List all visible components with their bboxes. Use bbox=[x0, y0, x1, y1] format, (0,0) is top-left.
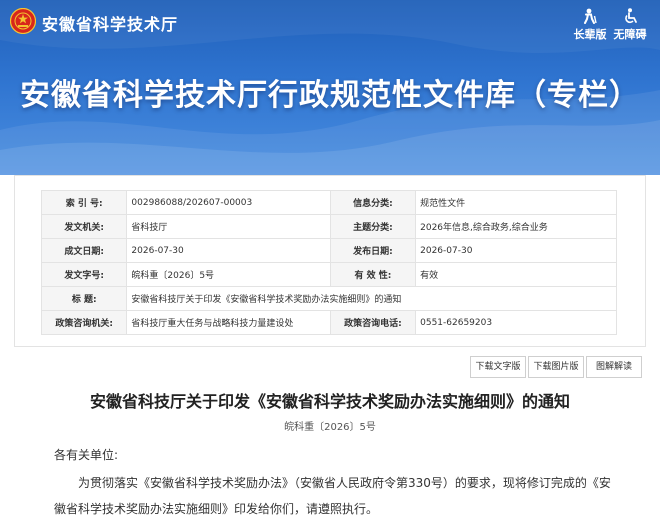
index-number-value: 002986088/202607-00003 bbox=[126, 190, 331, 215]
page-title: 安徽省科学技术厅行政规范性文件库（专栏） bbox=[20, 78, 640, 113]
consult-org-value: 省科技厅重大任务与战略科技力量建设处 bbox=[126, 310, 331, 335]
written-date-value: 2026-07-30 bbox=[126, 238, 331, 263]
title-label: 标 题: bbox=[40, 286, 128, 311]
body-paragraph: 为贯彻落实《安徽省科学技术奖励办法》（安徽省人民政府令第330号）的要求，现将修… bbox=[54, 476, 611, 516]
header-banner: 安徽省科学技术厅 长辈版 无障碍 安徽省科学技术厅行政规范性文件库（专栏） bbox=[0, 0, 660, 175]
document-number: 皖科重〔2026〕5号 bbox=[284, 422, 376, 433]
publish-date-value: 2026-07-30 bbox=[415, 238, 617, 263]
document-metadata-card: 索 引 号: 002986088/202607-00003 信息分类: 规范性文… bbox=[14, 175, 646, 347]
national-emblem-icon bbox=[10, 8, 36, 34]
publish-date-label: 发布日期: bbox=[329, 238, 417, 263]
issuing-authority-label: 发文机关: bbox=[40, 214, 128, 239]
topic-category-value: 2026年信息,综合政务,综合业务 bbox=[415, 214, 617, 239]
download-image-button[interactable]: 下载图片版 bbox=[528, 356, 584, 378]
elder-mode-label: 长辈版 bbox=[573, 28, 607, 41]
metadata-table: 索 引 号: 002986088/202607-00003 信息分类: 规范性文… bbox=[40, 190, 617, 335]
download-text-button[interactable]: 下载文字版 bbox=[470, 356, 526, 378]
topic-category-label: 主题分类: bbox=[329, 214, 417, 239]
accessibility-label: 无障碍 bbox=[613, 28, 647, 41]
table-row: 发文字号: 皖科重〔2026〕5号 有 效 性: 有效 bbox=[40, 262, 617, 287]
salutation: 各有关单位: bbox=[54, 448, 119, 462]
document-title: 安徽省科技厅关于印发《安徽省科学技术奖励办法实施细则》的通知 bbox=[89, 392, 570, 411]
table-row: 标 题: 安徽省科技厅关于印发《安徽省科学技术奖励办法实施细则》的通知 bbox=[40, 286, 617, 311]
table-row: 成文日期: 2026-07-30 发布日期: 2026-07-30 bbox=[40, 238, 617, 263]
consult-org-label: 政策咨询机关: bbox=[40, 310, 128, 335]
consult-phone-value: 0551-62659203 bbox=[415, 310, 617, 335]
written-date-label: 成文日期: bbox=[40, 238, 128, 263]
consult-phone-label: 政策咨询电话: bbox=[329, 310, 417, 335]
validity-value: 有效 bbox=[415, 262, 617, 287]
document-number-label: 发文字号: bbox=[40, 262, 128, 287]
table-row: 政策咨询机关: 省科技厅重大任务与战略科技力量建设处 政策咨询电话: 0551-… bbox=[40, 310, 617, 335]
wheelchair-icon bbox=[625, 8, 637, 24]
elder-icon bbox=[584, 8, 597, 24]
issuing-authority-value: 省科技厅 bbox=[126, 214, 331, 239]
info-category-value: 规范性文件 bbox=[415, 190, 617, 215]
title-value: 安徽省科技厅关于印发《安徽省科学技术奖励办法实施细则》的通知 bbox=[126, 286, 617, 311]
index-number-label: 索 引 号: bbox=[40, 190, 128, 215]
table-row: 发文机关: 省科技厅 主题分类: 2026年信息,综合政务,综合业务 bbox=[40, 214, 617, 239]
document-body: 为贯彻落实《安徽省科学技术奖励办法》（安徽省人民政府令第330号）的要求，现将修… bbox=[54, 470, 614, 522]
validity-label: 有 效 性: bbox=[329, 262, 417, 287]
elder-mode-button[interactable]: 长辈版 bbox=[570, 8, 610, 42]
document-number-value: 皖科重〔2026〕5号 bbox=[126, 262, 331, 287]
table-row: 索 引 号: 002986088/202607-00003 信息分类: 规范性文… bbox=[40, 190, 617, 215]
site-name[interactable]: 安徽省科学技术厅 bbox=[42, 11, 178, 35]
accessibility-button[interactable]: 无障碍 bbox=[610, 8, 650, 42]
info-category-label: 信息分类: bbox=[329, 190, 417, 215]
graphic-interpretation-button[interactable]: 图解解读 bbox=[586, 356, 642, 378]
